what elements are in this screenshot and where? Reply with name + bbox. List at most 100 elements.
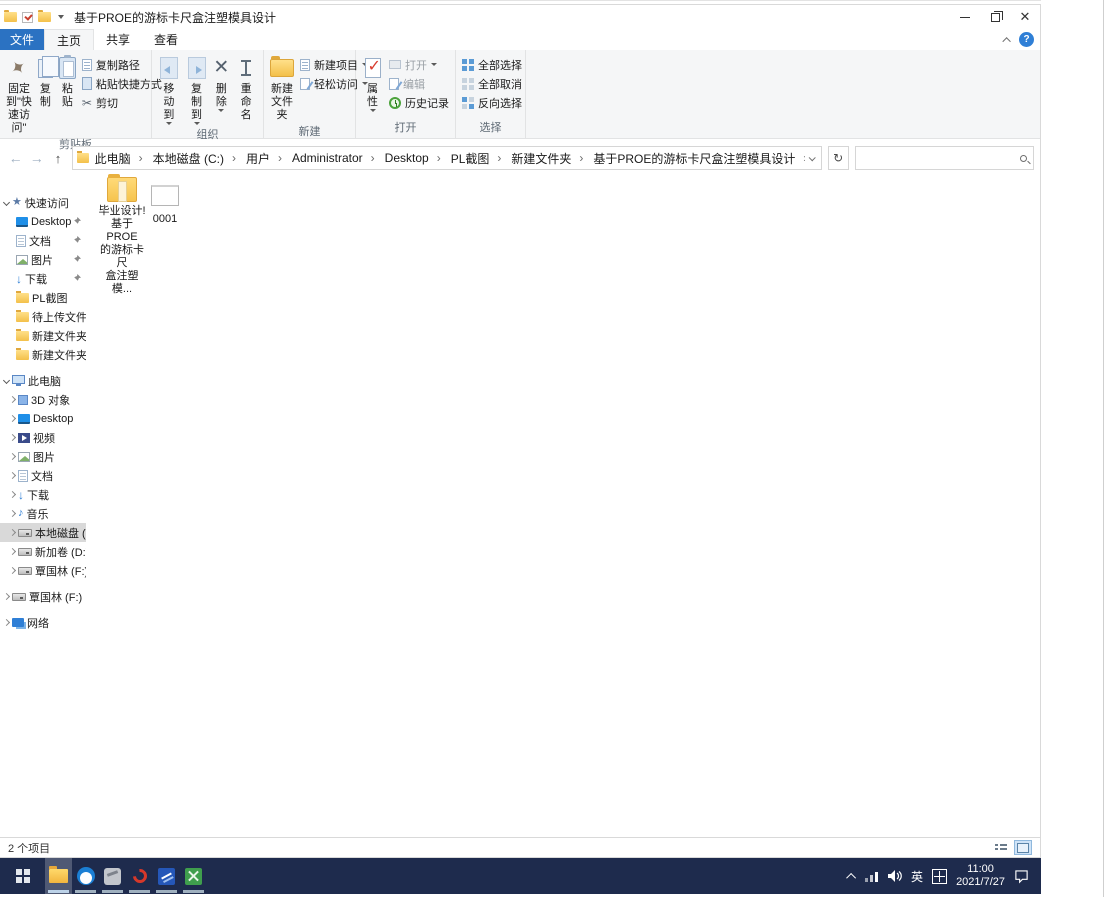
- paste-button[interactable]: 粘贴: [56, 52, 79, 109]
- delete-button[interactable]: ✕ 删除: [210, 52, 232, 112]
- tab-share[interactable]: 共享: [94, 29, 142, 50]
- address-breadcrumb-bar[interactable]: 此电脑 本地磁盘 (C:) 用户 Administrator Desktop P…: [71, 146, 822, 170]
- new-folder-quick-icon[interactable]: [38, 10, 51, 22]
- chevron-expanded-icon[interactable]: [2, 198, 11, 207]
- sidebar-item-desktop[interactable]: Desktop: [0, 409, 86, 428]
- back-button[interactable]: ←: [8, 150, 23, 166]
- tab-home[interactable]: 主页: [44, 29, 95, 50]
- breadcrumb-pl-screenshots[interactable]: PL截图: [449, 150, 510, 167]
- sidebar-item-videos[interactable]: 视频: [0, 428, 86, 447]
- notification-center-icon[interactable]: [1014, 869, 1029, 884]
- breadcrumb-this-pc[interactable]: 此电脑: [93, 150, 151, 167]
- sidebar-item-pl-screenshots[interactable]: PL截图: [0, 288, 86, 307]
- open-button[interactable]: 打开: [386, 55, 452, 74]
- help-icon[interactable]: ?: [1019, 32, 1034, 47]
- sidebar-network[interactable]: 网络: [0, 613, 86, 632]
- sidebar-item-new-folder-1[interactable]: 新建文件夹: [0, 326, 86, 345]
- edit-button[interactable]: 编辑: [386, 74, 452, 93]
- taskbar-app-green[interactable]: [180, 858, 207, 894]
- customize-qat-caret-icon[interactable]: [58, 15, 64, 19]
- copy-button[interactable]: 复制: [35, 52, 59, 109]
- volume-icon[interactable]: [888, 870, 902, 882]
- thumbnails-view-button[interactable]: [1014, 840, 1032, 855]
- address-dropdown-button[interactable]: [805, 153, 819, 161]
- taskbar-file-explorer[interactable]: [45, 858, 72, 894]
- breadcrumb-local-disk-c[interactable]: 本地磁盘 (C:): [151, 150, 244, 167]
- taskbar-app-gray[interactable]: [99, 858, 126, 894]
- sidebar-item-pictures[interactable]: 图片: [0, 447, 86, 466]
- chevron-collapsed-icon[interactable]: [8, 566, 17, 575]
- move-to-button[interactable]: 移动到: [155, 52, 183, 125]
- invert-selection-button[interactable]: 反向选择: [459, 93, 525, 112]
- tab-view[interactable]: 查看: [142, 29, 190, 50]
- breadcrumb-administrator[interactable]: Administrator: [290, 151, 383, 165]
- hidden-icons-chevron-icon[interactable]: [846, 872, 857, 883]
- sidebar-drive-f-root[interactable]: 覃国林 (F:): [0, 587, 86, 606]
- sidebar-item-downloads[interactable]: ↓ 下载: [0, 485, 86, 504]
- sidebar-this-pc[interactable]: 此电脑: [0, 371, 86, 390]
- sidebar-item-pending-upload[interactable]: 待上传文件: [0, 307, 86, 326]
- taskbar-app-blue-circle[interactable]: [72, 858, 99, 894]
- sidebar-item-documents[interactable]: 文档: [0, 466, 86, 485]
- tab-file[interactable]: 文件: [0, 29, 45, 50]
- chevron-collapsed-icon[interactable]: [8, 509, 17, 518]
- chevron-collapsed-icon[interactable]: [8, 528, 17, 537]
- close-button[interactable]: ✕: [1010, 5, 1040, 29]
- properties-caret-icon: [369, 109, 376, 112]
- restore-button[interactable]: [980, 5, 1010, 29]
- file-list[interactable]: 毕业设计! 基于PROE 的游标卡尺 盒注塑模... 0001: [86, 171, 1040, 837]
- chevron-collapsed-icon[interactable]: [8, 547, 17, 556]
- refresh-button[interactable]: ↻: [827, 146, 849, 170]
- chevron-collapsed-icon[interactable]: [2, 592, 11, 601]
- chevron-collapsed-icon[interactable]: [8, 433, 17, 442]
- address-folder-icon: [76, 151, 89, 163]
- sidebar-item-local-disk-c[interactable]: 本地磁盘 (C:): [0, 523, 86, 542]
- taskbar-app-red[interactable]: [126, 858, 153, 894]
- sidebar-item-drive-f[interactable]: 覃国林 (F:): [0, 561, 86, 580]
- properties-button[interactable]: ✓ 属性: [359, 52, 386, 112]
- new-folder-button[interactable]: 新建 文件夹: [267, 52, 297, 122]
- list-item-folder[interactable]: 毕业设计! 基于PROE 的游标卡尺 盒注塑模...: [96, 174, 148, 296]
- chevron-collapsed-icon[interactable]: [8, 452, 17, 461]
- sidebar-item-new-folder-2[interactable]: 新建文件夹: [0, 345, 86, 364]
- copy-to-button[interactable]: 复制到: [183, 52, 211, 125]
- list-item-file[interactable]: 0001: [144, 185, 186, 226]
- rename-button[interactable]: 重命名: [232, 52, 260, 122]
- minimize-button[interactable]: [950, 5, 980, 29]
- chevron-collapsed-icon[interactable]: [8, 414, 17, 423]
- select-all-button[interactable]: 全部选择: [459, 55, 525, 74]
- history-button[interactable]: 历史记录: [386, 93, 452, 112]
- documents-icon: [18, 469, 28, 482]
- properties-quick-icon[interactable]: [22, 11, 33, 23]
- sidebar-item-new-volume-d[interactable]: 新加卷 (D:): [0, 542, 86, 561]
- forward-button[interactable]: →: [29, 150, 44, 166]
- chevron-collapsed-icon[interactable]: [8, 490, 17, 499]
- breadcrumb-current-folder[interactable]: 基于PROE的游标卡尺盒注塑模具设计: [591, 150, 804, 167]
- chevron-expanded-icon[interactable]: [2, 376, 11, 385]
- sidebar-item-music[interactable]: ♪ 音乐: [0, 504, 86, 523]
- sidebar-item-desktop-pinned[interactable]: Desktop: [0, 212, 86, 231]
- network-icon[interactable]: [865, 870, 879, 882]
- chevron-collapsed-icon[interactable]: [2, 618, 11, 627]
- sidebar-item-pictures-pinned[interactable]: 图片: [0, 250, 86, 269]
- sidebar-item-downloads-pinned[interactable]: ↓ 下载: [0, 269, 86, 288]
- ime-icon[interactable]: [932, 868, 948, 884]
- breadcrumb-users[interactable]: 用户: [244, 150, 290, 167]
- start-button[interactable]: [0, 858, 45, 894]
- pin-to-quick-access-button[interactable]: ✦ 固定到"快 速访问": [3, 52, 35, 135]
- breadcrumb-desktop[interactable]: Desktop: [383, 151, 449, 165]
- chevron-collapsed-icon[interactable]: [8, 395, 17, 404]
- details-view-button[interactable]: [992, 840, 1010, 855]
- sidebar-item-3d-objects[interactable]: 3D 对象: [0, 390, 86, 409]
- collapse-ribbon-icon[interactable]: [1002, 36, 1011, 46]
- taskbar-clock[interactable]: 11:00 2021/7/27: [956, 863, 1005, 889]
- chevron-collapsed-icon[interactable]: [8, 471, 17, 480]
- breadcrumb-new-folder[interactable]: 新建文件夹: [509, 150, 591, 167]
- sidebar-item-documents-pinned[interactable]: 文档: [0, 231, 86, 250]
- taskbar-app-blue-square[interactable]: [153, 858, 180, 894]
- input-language-indicator[interactable]: 英: [911, 868, 923, 885]
- sidebar-quick-access[interactable]: ★ 快速访问: [0, 193, 86, 212]
- up-button[interactable]: ↑: [50, 151, 65, 166]
- select-none-button[interactable]: 全部取消: [459, 74, 525, 93]
- search-input[interactable]: [861, 151, 1020, 165]
